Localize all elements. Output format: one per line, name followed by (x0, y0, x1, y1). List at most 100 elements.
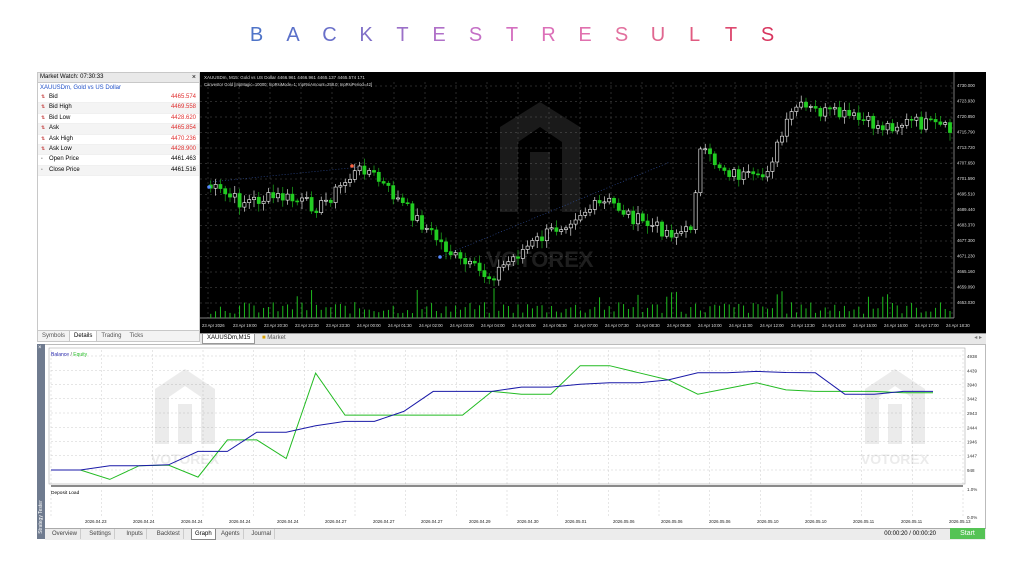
candle-body (525, 245, 530, 250)
tester-tab-agents[interactable]: Agents (218, 529, 244, 539)
tester-tab-graph[interactable]: Graph (191, 529, 216, 540)
tester-tab-backtest[interactable]: Backtest (154, 529, 184, 539)
candle-body (424, 228, 429, 230)
candle-body (770, 161, 775, 172)
candle-body (367, 170, 372, 175)
candle-body (842, 109, 847, 118)
votorex-watermark: VOTOREX (861, 369, 930, 467)
candle-body (304, 197, 309, 199)
scroll-arrows-icon[interactable]: ◂ ▸ (974, 334, 982, 343)
price-axis-label: 4653.030 (957, 300, 976, 305)
time-axis-label: 24 Apr 15:00 (853, 323, 877, 328)
graph-date-label: 2026.04.29 (469, 519, 491, 524)
candle-body (482, 270, 487, 278)
votorex-watermark: VOTOREX (486, 102, 594, 272)
market-watch-row[interactable]: ⇅ Bid 4465.574 (38, 93, 199, 104)
market-watch-row[interactable]: ⇅ Ask 4465.854 (38, 124, 199, 135)
candle-body (794, 106, 799, 112)
market-watch-row-value: 4465.574 (170, 94, 196, 100)
graph-date-label: 2026.05.10 (805, 519, 827, 524)
market-watch-row-value: 4470.236 (170, 135, 196, 142)
time-axis-label: 24 Apr 18:30 (946, 323, 970, 328)
time-axis-label: 24 Apr 07:00 (574, 323, 598, 328)
time-axis-label: 24 Apr 09:30 (667, 323, 691, 328)
market-watch-tab-details[interactable]: Details (69, 331, 98, 342)
tester-tab-settings[interactable]: Settings (86, 529, 115, 539)
candle-body (597, 200, 602, 204)
candle-body (549, 227, 554, 230)
close-icon[interactable]: × (38, 345, 42, 351)
market-watch-row-label: Bid (49, 94, 58, 100)
close-icon[interactable]: × (192, 73, 196, 82)
time-axis-label: 24 Apr 16:00 (884, 323, 908, 328)
candle-body (914, 116, 919, 121)
tester-tab-overview[interactable]: Overview (49, 529, 82, 539)
candle-body (799, 101, 804, 108)
price-axis-label: 4715.790 (957, 130, 976, 135)
candle-body (823, 107, 828, 117)
bullet-icon: • (41, 156, 43, 163)
graph-date-label: 2026.05.11 (853, 519, 875, 524)
candle-body (530, 240, 535, 247)
candle-body (578, 215, 583, 221)
market-watch-row-value: 4461.516 (170, 166, 196, 173)
market-watch-tab-trading[interactable]: Trading (97, 331, 125, 341)
price-chart[interactable]: XAUUSDm, M15: Gold vs US Dollar 4466.961… (200, 72, 986, 333)
market-watch-row[interactable]: ⇅ Ask High 4470.236 (38, 135, 199, 145)
market-watch-row[interactable]: ⇅ Bid High 4469.558 (38, 103, 199, 114)
headline-letter: S (468, 24, 483, 46)
candle-body (732, 169, 736, 177)
headline-letter: C (322, 24, 337, 46)
market-watch-tab-ticks[interactable]: Ticks (125, 331, 147, 341)
start-button[interactable]: Start (950, 528, 985, 539)
candle-body (496, 266, 501, 281)
candle-body (885, 123, 890, 131)
chart-tab-market[interactable]: ■ Market (258, 334, 290, 343)
time-axis-label: 24 Apr 17:00 (915, 323, 939, 328)
headline-letter: A (286, 24, 300, 46)
tester-tab-journal[interactable]: Journal (248, 529, 276, 539)
graph-date-label: 2026.04.24 (133, 519, 155, 524)
candle-body (242, 202, 247, 208)
votorex-watermark: VOTOREX (151, 369, 220, 467)
market-watch-row-label: Ask (49, 125, 60, 132)
chart-tab-xauusdm[interactable]: XAUUSDm,M15 (202, 334, 256, 344)
headline-letter: B (249, 24, 264, 46)
graph-y-label: 948 (967, 468, 975, 473)
time-axis-label: 24 Apr 08:30 (636, 323, 660, 328)
graph-date-label: 2026.04.24 (181, 519, 203, 524)
market-watch-row[interactable]: ⇅ Bid Low 4428.620 (38, 114, 199, 125)
graph-date-label: 2026.04.23 (85, 519, 107, 524)
time-axis-label: 24 Apr 13:30 (791, 323, 815, 328)
market-watch-symbol[interactable]: XAUUSDm, Gold vs US Dollar (38, 83, 199, 93)
candle-body (909, 118, 914, 121)
candle-body (684, 226, 688, 232)
candle-body (477, 262, 482, 271)
market-watch-row-label: Ask High (49, 135, 74, 142)
market-watch-title-text: Market Watch: 07:30:33 (40, 74, 104, 80)
candle-body (756, 173, 760, 176)
candle-body (741, 171, 746, 180)
graph-date-label: 2026.05.10 (757, 519, 779, 524)
market-watch-tab-symbols[interactable]: Symbols (38, 331, 69, 341)
headline-letter: K (359, 24, 373, 46)
graph-date-label: 2026.05.06 (613, 519, 635, 524)
market-watch-title: Market Watch: 07:30:33 × (38, 73, 199, 83)
candle-body (511, 256, 516, 262)
candle-body (760, 174, 765, 178)
candle-body (938, 121, 943, 125)
candle-body (285, 193, 290, 201)
candle-body (645, 220, 650, 227)
market-watch-row[interactable]: • Close Price 4461.516 (38, 165, 199, 177)
tester-sidebar: × Strategy Tester (37, 344, 45, 539)
candle-body (852, 112, 856, 116)
market-watch-row[interactable]: ⇅ Ask Low 4428.900 (38, 144, 199, 156)
candle-body (352, 170, 357, 180)
price-axis-label: 4730.000 (957, 83, 976, 88)
market-watch-row[interactable]: • Open Price 4461.463 (38, 155, 199, 166)
graph-y-label: 4439 (967, 368, 978, 373)
price-axis-label: 4720.850 (957, 114, 976, 119)
market-watch-row-value: 4469.558 (170, 104, 196, 111)
tester-tab-inputs[interactable]: Inputs (123, 529, 147, 539)
votorex-watermark-text: VOTOREX (486, 247, 594, 272)
